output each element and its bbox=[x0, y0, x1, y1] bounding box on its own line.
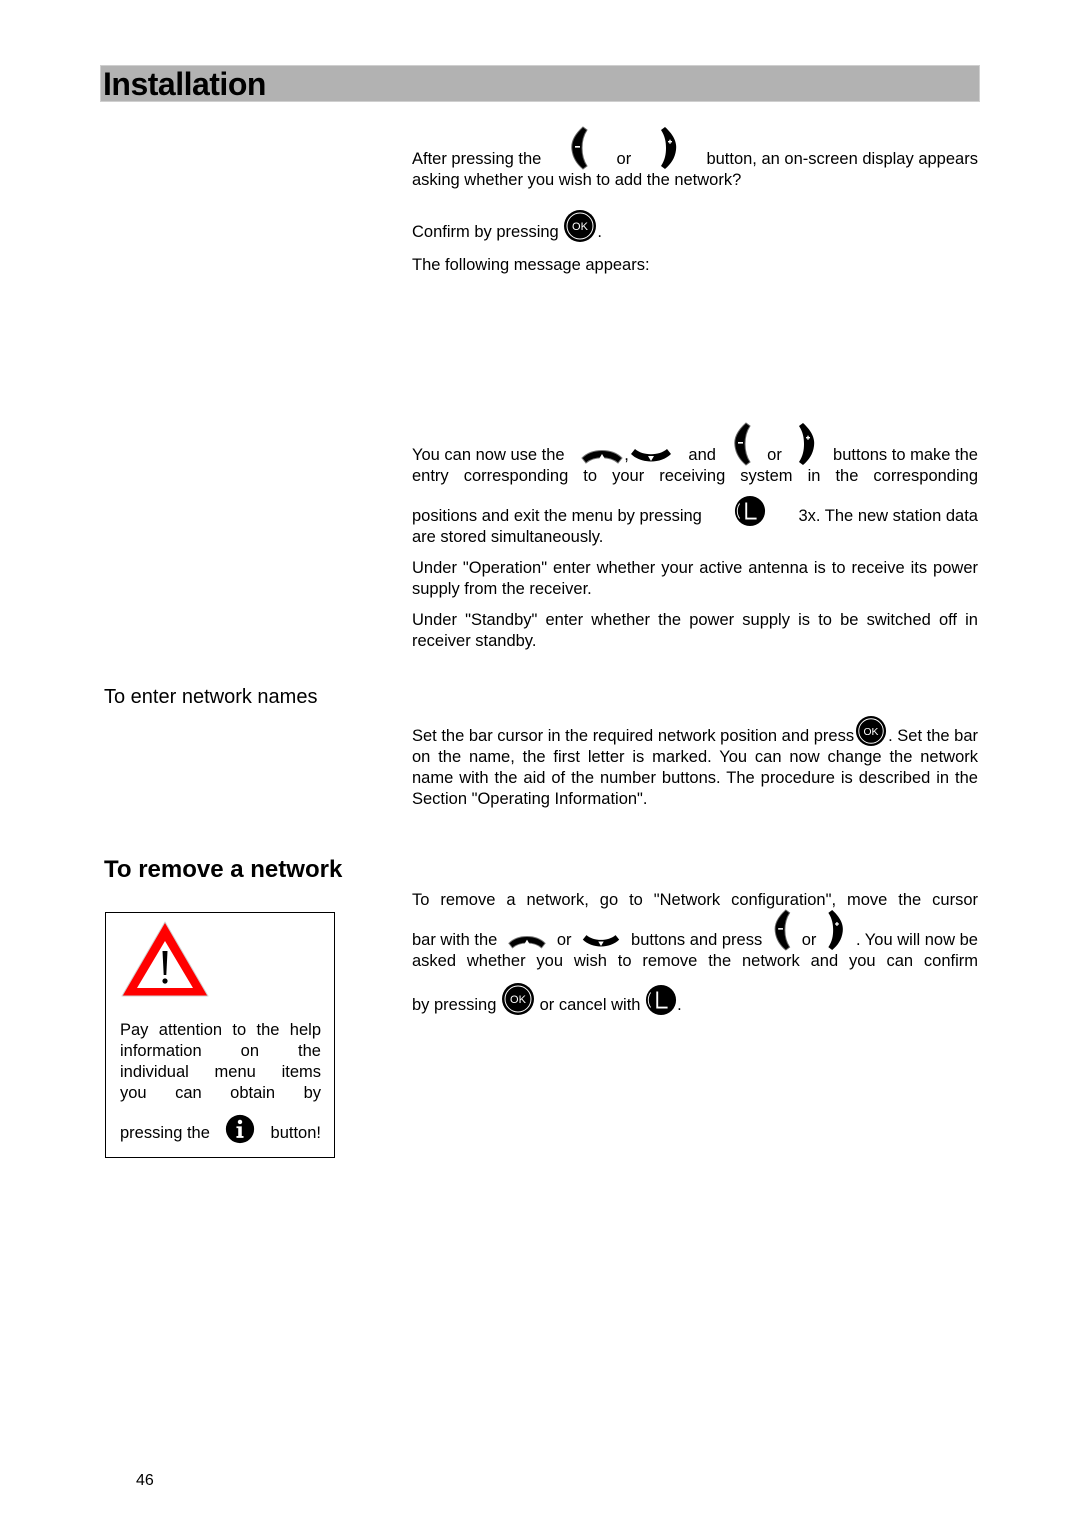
warning-triangle-icon bbox=[121, 921, 209, 997]
text: or bbox=[801, 931, 817, 949]
text: Under "Operation" enter whether your act… bbox=[412, 559, 978, 598]
text: bar with the bbox=[412, 931, 498, 949]
text: asked whether you wish to remove the net… bbox=[412, 952, 978, 970]
text: . bbox=[597, 223, 602, 241]
ok-button-icon bbox=[501, 982, 535, 1016]
warning-text: Pay attention to the help information on… bbox=[120, 1020, 321, 1144]
minus-button-icon bbox=[772, 909, 792, 951]
text: Under "Standby" enter whether the power … bbox=[412, 611, 978, 650]
text: button, an on-screen display appears bbox=[706, 150, 978, 168]
exit-button-icon bbox=[734, 495, 766, 527]
operation-paragraph: Under "Operation" enter whether your act… bbox=[412, 558, 978, 600]
text: or bbox=[616, 150, 632, 168]
add-network-paragraph: After pressing the or button, an on-scre… bbox=[412, 128, 978, 191]
text: Set the bar cursor in the required netwo… bbox=[412, 727, 855, 745]
text: You can now use the bbox=[412, 446, 565, 464]
info-button-icon bbox=[225, 1114, 255, 1144]
text: 3x. The new station data bbox=[798, 507, 978, 525]
up-button-icon bbox=[580, 446, 624, 466]
text: . You will now be bbox=[855, 931, 978, 949]
text: you can obtain by bbox=[120, 1084, 321, 1102]
warning-box: Pay attention to the help information on… bbox=[105, 912, 335, 1158]
remove-network-paragraph: To remove a network, go to "Network conf… bbox=[412, 890, 978, 1016]
text: The following message appears: bbox=[412, 256, 650, 274]
text: positions and exit the menu by pressing bbox=[412, 507, 702, 525]
text: are stored simultaneously. bbox=[412, 528, 604, 546]
text: entry corresponding to your receiving sy… bbox=[412, 467, 978, 485]
minus-button-icon bbox=[569, 126, 589, 170]
page-header: Installation bbox=[100, 65, 980, 102]
ok-button-icon bbox=[855, 715, 887, 747]
text: or bbox=[556, 931, 572, 949]
plus-button-icon bbox=[797, 422, 817, 466]
text: information on the bbox=[120, 1042, 321, 1060]
text: Confirm by pressing bbox=[412, 223, 559, 241]
confirm-paragraph: Confirm by pressing . bbox=[412, 210, 978, 243]
text: buttons to make the bbox=[833, 446, 978, 464]
text: asking whether you wish to add the netwo… bbox=[412, 171, 742, 189]
ok-button-icon bbox=[563, 209, 597, 243]
text: To remove a network, go to "Network conf… bbox=[412, 891, 978, 909]
standby-paragraph: Under "Standby" enter whether the power … bbox=[412, 610, 978, 652]
text: After pressing the bbox=[412, 150, 542, 168]
plus-button-icon bbox=[826, 909, 846, 951]
page-title: Installation bbox=[103, 66, 266, 102]
plus-button-icon bbox=[659, 126, 679, 170]
text: pressing the bbox=[120, 1124, 210, 1142]
exit-button-icon bbox=[645, 984, 677, 1016]
text: Pay attention to the help bbox=[120, 1021, 321, 1039]
text: or bbox=[767, 446, 782, 464]
section-heading-network-names: To enter network names bbox=[104, 686, 318, 708]
section-heading-remove-network: To remove a network bbox=[104, 856, 343, 883]
minus-button-icon bbox=[732, 422, 752, 466]
text: . bbox=[677, 996, 682, 1014]
text: individual menu items bbox=[120, 1063, 321, 1081]
text: or cancel with bbox=[539, 996, 641, 1014]
entry-paragraph: You can now use the , and or buttons to … bbox=[412, 424, 978, 548]
text: buttons and press bbox=[631, 931, 763, 949]
message-paragraph: The following message appears: bbox=[412, 255, 978, 276]
network-names-paragraph: Set the bar cursor in the required netwo… bbox=[412, 726, 978, 810]
down-button-icon bbox=[629, 446, 673, 466]
text: button! bbox=[270, 1124, 321, 1142]
text: and bbox=[688, 446, 716, 464]
up-button-icon bbox=[507, 932, 547, 951]
text: by pressing bbox=[412, 996, 497, 1014]
page-number: 46 bbox=[136, 1472, 154, 1489]
down-button-icon bbox=[581, 932, 621, 951]
